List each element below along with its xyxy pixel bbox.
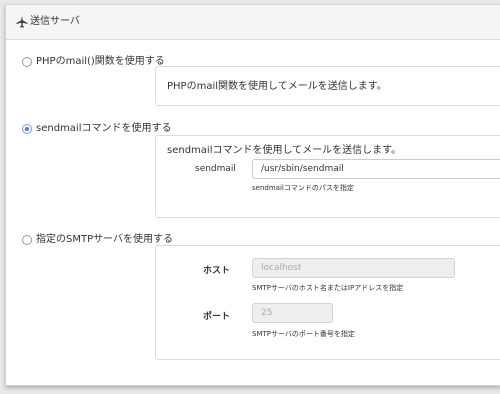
php-mail-radio[interactable] (22, 57, 32, 67)
php-mail-label[interactable]: PHPのmail()関数を使用する (36, 56, 165, 68)
sendmail-path-label: sendmail (195, 164, 236, 174)
plane-icon (16, 16, 28, 28)
sendmail-path-input[interactable]: /usr/sbin/sendmail (252, 159, 500, 179)
smtp-host-input[interactable]: localhost (252, 258, 455, 278)
sendmail-label[interactable]: sendmailコマンドを使用する (36, 123, 171, 135)
smtp-radio[interactable] (22, 235, 32, 245)
sendmail-path-help: sendmailコマンドのパスを指定 (252, 184, 354, 192)
smtp-port-input[interactable]: 25 (252, 303, 333, 323)
panel-title: 送信サーバ (30, 16, 80, 27)
sendmail-description: sendmailコマンドを使用してメールを送信します。 (167, 145, 402, 156)
smtp-host-help: SMTPサーバのホスト名またはIPアドレスを指定 (252, 284, 404, 292)
smtp-box: ホスト localhost SMTPサーバのホスト名またはIPアドレスを指定 ポ… (155, 245, 500, 360)
panel-header: 送信サーバ (6, 5, 500, 40)
smtp-host-label: ホスト (203, 266, 231, 276)
sendmail-box: sendmailコマンドを使用してメールを送信します。 sendmail /us… (155, 135, 500, 218)
mail-server-panel: 送信サーバ PHPのmail()関数を使用する PHPのmail関数を使用してメ… (5, 4, 500, 386)
php-mail-box: PHPのmail関数を使用してメールを送信します。 (155, 66, 500, 106)
smtp-label[interactable]: 指定のSMTPサーバを使用する (36, 234, 173, 246)
smtp-port-help: SMTPサーバのポート番号を指定 (252, 330, 355, 338)
smtp-port-label: ポート (203, 312, 231, 322)
php-mail-description: PHPのmail関数を使用してメールを送信します。 (167, 81, 387, 92)
sendmail-radio[interactable] (22, 124, 32, 134)
